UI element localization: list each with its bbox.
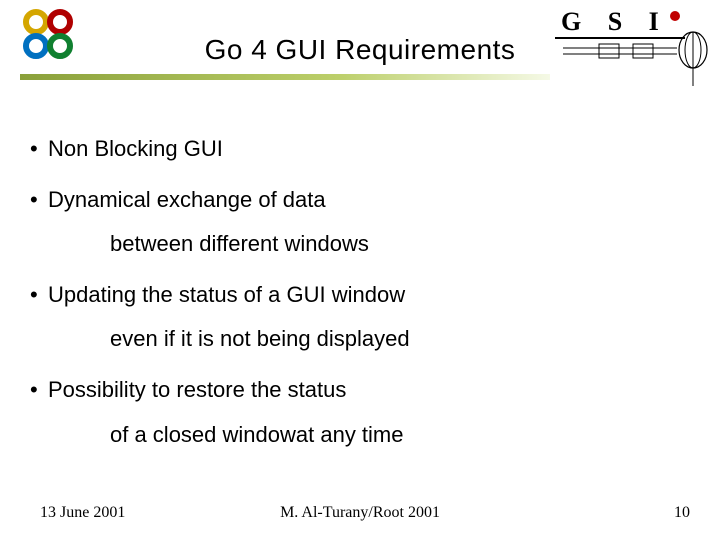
- bullet-dot-icon: •: [30, 376, 48, 405]
- footer-page: 10: [674, 504, 690, 522]
- bullet-dot-icon: •: [30, 135, 48, 164]
- svg-text:G S I: G S I: [561, 7, 669, 36]
- bullet-text: Updating the status of a GUI window: [48, 281, 405, 310]
- bullet-item: • Possibility to restore the status of a…: [30, 376, 690, 449]
- bullet-subtext: between different windows: [110, 230, 690, 259]
- content-area: • Non Blocking GUI • Dynamical exchange …: [30, 135, 690, 471]
- title-underline: [20, 74, 550, 80]
- bullet-item: • Non Blocking GUI: [30, 135, 690, 164]
- bullet-text: Dynamical exchange of data: [48, 186, 326, 215]
- bullet-item: • Updating the status of a GUI window ev…: [30, 281, 690, 354]
- bullet-text: Non Blocking GUI: [48, 135, 223, 164]
- bullet-dot-icon: •: [30, 186, 48, 215]
- bullet-subtext: of a closed windowat any time: [110, 421, 690, 450]
- bullet-item: • Dynamical exchange of data between dif…: [30, 186, 690, 259]
- bullet-subtext: even if it is not being displayed: [110, 325, 690, 354]
- bullet-dot-icon: •: [30, 281, 48, 310]
- footer-author: M. Al-Turany/Root 2001: [0, 504, 720, 522]
- slide-title: Go 4 GUI Requirements: [0, 34, 720, 66]
- bullet-text: Possibility to restore the status: [48, 376, 346, 405]
- slide: G S I Go 4 GUI Requirements • Non Blocki…: [0, 0, 720, 540]
